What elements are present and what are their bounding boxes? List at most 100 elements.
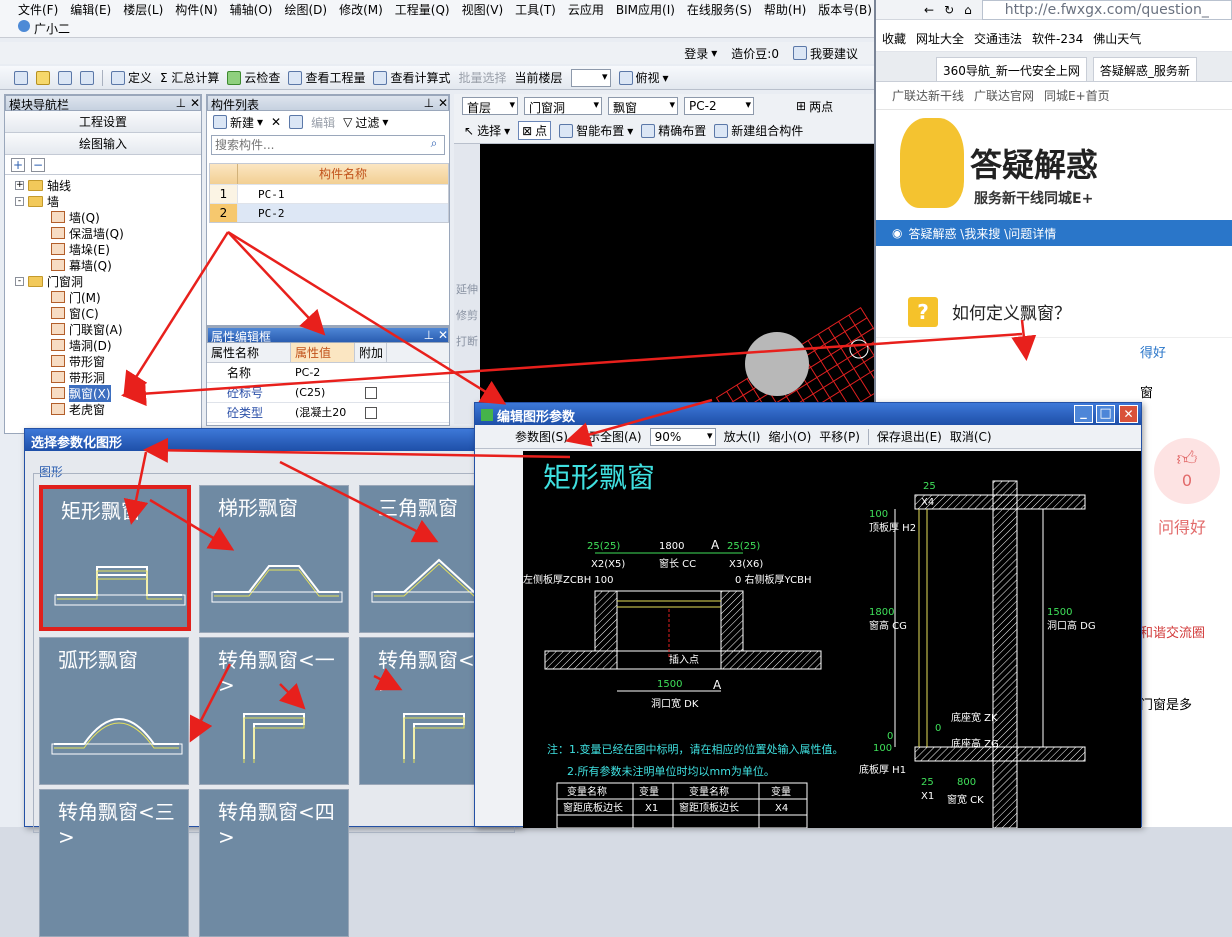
menu-item[interactable]: 云应用 (564, 0, 610, 18)
point-tool-button[interactable]: ⊠ 点 (518, 121, 552, 140)
property-value[interactable]: (混凝土20 (291, 403, 355, 422)
tree-item[interactable]: 门(M) (51, 289, 101, 305)
menu-item[interactable]: 工具(T) (511, 0, 562, 18)
tree-item[interactable]: 墙垛(E) (51, 241, 110, 257)
tree-item[interactable]: 墙(Q) (51, 209, 100, 225)
browser-tab[interactable]: 答疑解惑_服务新 (1092, 57, 1197, 81)
floor-combo[interactable]: 首层 (462, 97, 518, 115)
break-tool[interactable]: 打断 (454, 322, 480, 348)
shape-tile[interactable]: 矩形飘窗 (39, 485, 191, 631)
new-group-button[interactable]: 新建组合构件 (714, 122, 803, 139)
table-row[interactable]: 1 PC-1 (210, 184, 448, 203)
pin-icon[interactable]: ⊥ ✕ (424, 328, 448, 342)
table-row[interactable]: 2 PC-2 (210, 203, 448, 222)
menu-item[interactable]: 辅轴(O) (226, 0, 279, 18)
component-search-input[interactable] (212, 136, 424, 154)
tree-item[interactable]: -墙 (15, 193, 59, 209)
show-all-button[interactable]: 显示全图(A) (576, 428, 642, 445)
tree-item[interactable]: 幕墙(Q) (51, 257, 112, 273)
component-combo[interactable]: PC-2 (684, 97, 754, 115)
tree-item[interactable]: - 门窗洞 (15, 273, 83, 289)
filter-button[interactable]: ▽ 过滤 ▾ (343, 114, 388, 131)
tree-item[interactable]: 门联窗(A) (51, 321, 123, 337)
menu-item[interactable]: BIM应用(I) (612, 0, 681, 18)
refresh-icon[interactable]: ↻ (944, 3, 954, 17)
precise-layout-button[interactable]: 精确布置 (641, 122, 706, 139)
smart-layout-button[interactable]: 智能布置 ▾ (559, 122, 633, 139)
select-tool-button[interactable]: ↖ 选择 ▾ (464, 122, 510, 139)
minimize-icon[interactable]: _ (1074, 405, 1093, 423)
tree-item[interactable]: 墙洞(D) (51, 337, 112, 353)
maximize-icon[interactable]: □ (1096, 405, 1115, 423)
shape-tile[interactable]: 转角飘窗<三> (39, 789, 189, 937)
property-value[interactable]: (C25) (291, 383, 355, 402)
open-file-icon[interactable] (36, 70, 50, 85)
footer-link[interactable]: 和谐交流圈 (1140, 622, 1205, 641)
tree-item[interactable]: + 轴线 (15, 177, 71, 193)
site-link[interactable]: 广联达新干线 (892, 87, 964, 104)
site-link[interactable]: 广联达官网 (974, 87, 1034, 104)
favorite-link[interactable]: 软件-234 (1032, 30, 1083, 47)
cloud-check-button[interactable]: 云检查 (227, 69, 280, 86)
tree-item[interactable]: 飘窗(X) (51, 384, 111, 402)
tree-item[interactable]: 带形窗 (51, 353, 105, 369)
menu-item[interactable]: 绘图(D) (280, 0, 333, 18)
draw-input-button[interactable]: 绘图输入 (5, 133, 201, 155)
new-file-icon[interactable] (14, 70, 28, 85)
two-points-button[interactable]: ⊞ 两点 (796, 98, 833, 115)
zoom-combo[interactable]: 90% (649, 427, 716, 446)
tree-item[interactable]: 带形洞 (51, 369, 105, 385)
project-settings-button[interactable]: 工程设置 (5, 111, 201, 133)
shape-tile[interactable]: 转角飘窗<四> (199, 789, 349, 937)
like-button[interactable]: 👍︎ 0 (1154, 438, 1220, 504)
back-icon[interactable]: ← (924, 3, 934, 17)
tree-item[interactable]: 老虎窗 (51, 401, 105, 417)
view-quantity-button[interactable]: 查看工程量 (288, 69, 365, 86)
save-icon[interactable] (58, 70, 72, 85)
view-mode-button[interactable]: 俯视 ▾ (618, 69, 669, 86)
shape-tile[interactable]: 弧形飘窗 (39, 637, 189, 785)
shape-tile[interactable]: 梯形飘窗 (199, 485, 349, 633)
home-icon[interactable]: ⌂ (964, 3, 972, 17)
save-exit-button[interactable]: 保存退出(E) (877, 428, 942, 445)
menu-item[interactable]: 文件(F) (14, 0, 64, 18)
attach-checkbox[interactable] (365, 406, 377, 419)
sum-calc-button[interactable]: Σ 汇总计算 (160, 69, 219, 86)
url-input[interactable]: http://e.fwxgx.com/question_ (981, 0, 1232, 20)
menu-item[interactable]: 构件(N) (171, 0, 223, 18)
suggest-button[interactable]: 我要建议 (792, 45, 858, 62)
new-component-button[interactable]: 新建 ▾ (213, 114, 263, 131)
menu-item[interactable]: 编辑(E) (66, 0, 117, 18)
favorite-link[interactable]: 交通违法 (974, 30, 1022, 47)
copy-icon[interactable] (289, 115, 304, 129)
zoom-out-button[interactable]: 缩小(O) (768, 428, 811, 445)
menu-item[interactable]: 楼层(L) (119, 0, 169, 18)
favorite-link[interactable]: 网址大全 (916, 30, 964, 47)
expand-all-icon[interactable]: + (11, 158, 25, 172)
close-icon[interactable]: ✕ (1119, 405, 1138, 423)
view-formula-button[interactable]: 查看计算式 (373, 69, 450, 86)
current-floor-combo[interactable] (570, 68, 611, 87)
batch-select-button[interactable]: 批量选择 (458, 69, 506, 86)
site-link[interactable]: 同城E+首页 (1044, 87, 1110, 104)
undo-icon[interactable] (80, 70, 94, 85)
shape-tile[interactable]: 转角飘窗<一> (199, 637, 349, 785)
collapse-icon[interactable]: - (15, 196, 24, 206)
zoom-in-button[interactable]: 放大(I) (724, 428, 761, 445)
search-icon[interactable]: ⌕ (424, 136, 444, 154)
menu-item[interactable]: 帮助(H) (760, 0, 812, 18)
property-value[interactable]: PC-2 (291, 363, 355, 382)
tree-item[interactable]: 保温墙(Q) (51, 225, 124, 241)
extend-tool[interactable]: 延伸 (454, 144, 480, 296)
type-combo[interactable]: 飘窗 (608, 97, 678, 115)
breadcrumb-text[interactable]: 答疑解惑 \我来搜 \问题详情 (908, 225, 1056, 242)
delete-icon[interactable]: ✕ (271, 115, 281, 129)
menu-item[interactable]: 版本号(B) (814, 0, 878, 18)
tree-item[interactable]: 窗(C) (51, 305, 99, 321)
collapse-icon[interactable]: - (15, 276, 24, 286)
collapse-all-icon[interactable]: − (31, 158, 45, 172)
favorite-link[interactable]: 收藏 (882, 30, 906, 47)
browser-tab[interactable]: 360导航_新一代安全上网 (936, 57, 1087, 81)
pin-icon[interactable]: ⊥ ✕ (424, 96, 448, 110)
edit-component-button[interactable]: 编辑 (311, 114, 335, 131)
